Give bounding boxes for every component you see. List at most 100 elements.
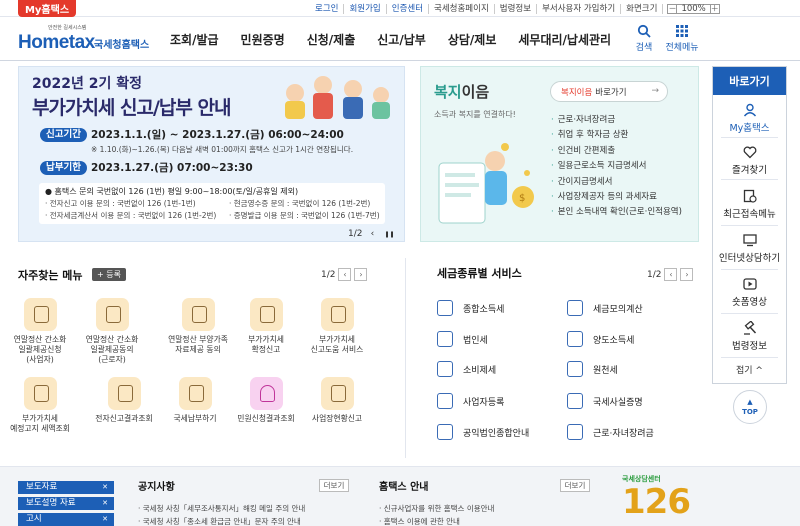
cert-center-link[interactable]: 인증센터 [387, 3, 430, 14]
law-info-link[interactable]: 법령정보 [495, 3, 538, 14]
guide-item[interactable]: 신규사업자를 위한 홈택스 이용안내 [379, 503, 495, 514]
welfare-item[interactable]: 본인 소득내역 확인(근로·인적용역) [551, 205, 682, 220]
quick-short-video[interactable]: 숏폼영상 [713, 277, 786, 308]
scroll-top-button[interactable]: ▲ TOP [733, 390, 767, 424]
tax-earned-income-credit[interactable]: 근로·자녀장려금 [567, 424, 654, 440]
welfare-item[interactable]: 인건비 간편제출 [551, 144, 682, 159]
fav-item-vat-prepayment-inquiry[interactable]: 부가가치세 예정고지 세액조회 [5, 377, 75, 434]
building-icon [437, 331, 453, 347]
quick-menu-collapse-button[interactable]: 접기 ^ [713, 363, 786, 376]
notification-tab[interactable]: 고시 ✕ [18, 513, 114, 526]
tax-fact-certificate[interactable]: 국세사실증명 [567, 393, 643, 409]
gavel-icon [743, 321, 756, 335]
all-menu-button[interactable]: 전체메뉴 [662, 24, 702, 53]
banner-next-button[interactable]: › [399, 227, 404, 241]
tax-services-prev-button[interactable]: ‹ [664, 268, 678, 281]
fav-item-vat-final-return[interactable]: 부가가치세 확정신고 [231, 298, 301, 355]
quick-favorites[interactable]: 즐겨찾기 [713, 145, 786, 176]
tax-global-income[interactable]: 종합소득세 [437, 300, 504, 316]
close-icon[interactable]: ✕ [102, 481, 108, 494]
all-menu-label: 전체메뉴 [665, 43, 699, 53]
dept-user-signup-link[interactable]: 부서사용자 가입하기 [537, 3, 622, 14]
welfare-item[interactable]: 근로·자녀장려금 [551, 113, 682, 128]
section-divider [405, 258, 406, 458]
favorites-next-button[interactable]: › [354, 268, 368, 281]
tax-capital-gains[interactable]: 양도소득세 [567, 331, 634, 347]
fav-label-line: 사업장현황신고 [311, 414, 363, 423]
fav-item-simplified-consent-employee[interactable]: 연말정산 간소화 일괄제공동의 (근로자) [77, 298, 147, 365]
login-link[interactable]: 로그인 [310, 3, 345, 14]
quick-online-consult[interactable]: 인터넷상담하기 [713, 233, 786, 264]
welfare-item[interactable]: 사업장제공자 등의 과세자료 [551, 190, 682, 205]
welfare-shortcut-brand: 복지이음 [561, 87, 593, 98]
signup-link[interactable]: 회원가입 [344, 3, 387, 14]
fav-item-tax-payment[interactable]: 국세납부하기 [160, 377, 230, 424]
hometax-logo[interactable]: 안전한 길세시스템 Hometax 국세청홈택스 [18, 24, 149, 56]
fav-item-business-status-report[interactable]: 사업장현황신고 [302, 377, 372, 424]
search-button[interactable]: 검색 [624, 24, 664, 53]
nav-consult-report[interactable]: 상담/제보 [448, 31, 497, 48]
top-label: TOP [742, 408, 758, 416]
quick-favorites-label: 즐겨찾기 [732, 165, 767, 176]
fav-label-line: 국세납부하기 [173, 414, 217, 423]
tax-public-interest-corp[interactable]: 공익법인종합안내 [437, 424, 529, 440]
close-icon[interactable]: ✕ [102, 497, 108, 510]
welfare-item[interactable]: 일용근로소득 지급명세서 [551, 159, 682, 174]
inquiry-efiling: · 전자신고 이용 문의 : 국번없이 126 (1번-1번) [45, 199, 196, 208]
utility-bar: My홈택스 로그인 회원가입 인증센터 국세청홈페이지 법령정보 부서사용자 가… [0, 0, 800, 17]
favorites-prev-button[interactable]: ‹ [338, 268, 352, 281]
quick-recent-menu[interactable]: 최근접속메뉴 [713, 189, 786, 220]
welfare-shortcut-button[interactable]: 복지이음 바로가기 → [550, 81, 668, 102]
welfare-item[interactable]: 간이지급명세서 [551, 175, 682, 190]
my-hometax-tab[interactable]: My홈택스 [18, 0, 76, 17]
welfare-item[interactable]: 취업 후 학자금 상환 [551, 128, 682, 143]
nav-civil-certificate[interactable]: 민원증명 [241, 31, 285, 48]
tax-simulation[interactable]: 세금모의계산 [567, 300, 643, 316]
fav-item-efiling-result[interactable]: 전자신고결과조회 [89, 377, 159, 424]
vat-notice-banner[interactable]: 2022년 2기 확정 부가가치세 신고/납부 안내 신고기간 2023.1.1… [18, 66, 405, 242]
calculator-icon [567, 300, 583, 316]
tax-services-next-button[interactable]: › [680, 268, 694, 281]
tax-withholding[interactable]: 원천세 [567, 361, 618, 377]
nav-filing-payment[interactable]: 신고/납부 [377, 31, 426, 48]
banner-prev-button[interactable]: ‹ [365, 227, 379, 241]
tax-consumption[interactable]: 소비제세 [437, 361, 496, 377]
fav-item-civil-result[interactable]: 민원신청결과조회 [231, 377, 301, 424]
banner-year: 2022년 2기 확정 [32, 76, 142, 92]
svg-text:$: $ [519, 193, 525, 204]
utility-links: 로그인 회원가입 인증센터 국세청홈페이지 법령정보 부서사용자 가입하기 화면… [310, 0, 720, 17]
notice-item[interactable]: 국세청 사칭「종소세 환급금 안내」문자 주의 안내 [138, 516, 301, 526]
press-release-tab[interactable]: 보도자료 ✕ [18, 481, 114, 494]
guide-more-button[interactable]: 더보기 [560, 479, 590, 492]
nav-tax-agent[interactable]: 세무대리/납세관리 [518, 31, 611, 48]
quick-divider [721, 313, 778, 314]
notice-item[interactable]: 국세청 사칭「세무조사통지서」해킹 메일 주의 안내 [138, 503, 306, 514]
tax-business-registration[interactable]: 사업자등록 [437, 393, 504, 409]
banner-page-indicator: 1/2 [348, 229, 363, 239]
quick-law-info[interactable]: 법령정보 [713, 321, 786, 352]
tax-service-label: 세금모의계산 [593, 304, 643, 315]
zoom-in-button[interactable]: ＋ [709, 3, 720, 14]
tax-corporate[interactable]: 법인세 [437, 331, 488, 347]
favorites-add-button[interactable]: + 등록 [92, 268, 126, 281]
tax-service-label: 법인세 [463, 335, 488, 346]
quick-my-hometax[interactable]: My홈택스 [713, 103, 786, 134]
tax-service-label: 근로·자녀장려금 [593, 428, 654, 439]
fav-item-simplified-provide-business[interactable]: 연말정산 간소화 일괄제공신청 (사업자) [5, 298, 75, 365]
fav-item-dependent-consent[interactable]: 연말정산 부양가족 자료제공 동의 [160, 298, 236, 355]
fav-item-vat-help-service[interactable]: 부가가치세 신고도움 서비스 [302, 298, 372, 355]
banner-pause-button[interactable]: ❚❚ [382, 227, 396, 241]
close-icon[interactable]: ✕ [102, 513, 108, 526]
arrow-right-icon: → [651, 86, 659, 96]
fav-label-line: 부가가치세 [319, 335, 355, 344]
zoom-out-button[interactable]: － [667, 3, 678, 14]
guide-item[interactable]: 홈택스 이용에 관한 안내 [379, 516, 460, 526]
quick-menu-header: 바로가기 [713, 67, 786, 95]
nts-homepage-link[interactable]: 국세청홈페이지 [429, 3, 495, 14]
quick-menu: 바로가기 My홈택스 즐겨찾기 최근접속메뉴 인터넷상담하기 숏폼영상 법령정보 [712, 66, 787, 384]
press-explanation-tab[interactable]: 보도설명 자료 ✕ [18, 497, 114, 510]
consult-center-126[interactable]: 국세상담센터 126 [622, 474, 702, 526]
nav-inquiry-issue[interactable]: 조회/발급 [170, 31, 219, 48]
notice-more-button[interactable]: 더보기 [319, 479, 349, 492]
nav-application[interactable]: 신청/제출 [307, 31, 356, 48]
